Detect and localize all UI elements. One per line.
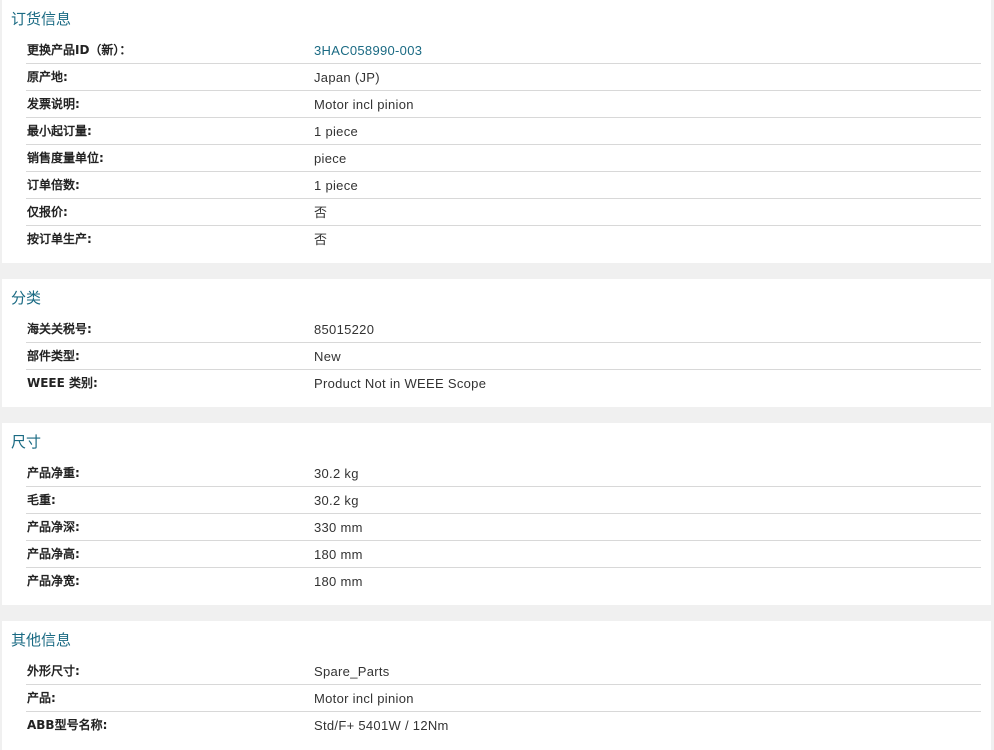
quote-only-value: 否 [314, 205, 328, 220]
part-type-value: New [314, 349, 341, 364]
table-row: 产品净高: 180 mm [26, 541, 981, 568]
invoice-description-value: Motor incl pinion [314, 97, 414, 112]
abb-model-name-value: Std/F+ 5401W / 12Nm [314, 718, 449, 733]
table-row: WEEE 类别: Product Not in WEEE Scope [26, 370, 981, 397]
customs-tariff-label: 海关关税号: [27, 322, 92, 336]
classification-rows: 海关关税号: 85015220 部件类型: New WEEE 类别: Produ… [26, 316, 981, 397]
net-weight-value: 30.2 kg [314, 466, 359, 481]
min-order-qty-value: 1 piece [314, 124, 359, 139]
origin-value: Japan (JP) [314, 70, 380, 85]
other-info-rows: 外形尺寸: Spare_Parts 产品: Motor incl pinion … [26, 658, 981, 739]
table-row: 订单倍数: 1 piece [26, 172, 981, 199]
classification-title: 分类 [11, 289, 42, 307]
ordering-info-title: 订货信息 [11, 10, 72, 28]
other-info-title: 其他信息 [11, 631, 72, 649]
form-factor-label: 外形尺寸: [27, 664, 80, 678]
product-value: Motor incl pinion [314, 691, 414, 706]
product-label: 产品: [27, 691, 56, 705]
table-row: 海关关税号: 85015220 [26, 316, 981, 343]
dimensions-section: 尺寸 产品净重: 30.2 kg 毛重: 30.2 kg 产品净深: 330 m… [2, 423, 991, 605]
table-row: 外形尺寸: Spare_Parts [26, 658, 981, 685]
net-height-value: 180 mm [314, 547, 363, 562]
table-row: ABB型号名称: Std/F+ 5401W / 12Nm [26, 712, 981, 739]
table-row: 仅报价: 否 [26, 199, 981, 226]
invoice-description-label: 发票说明: [27, 97, 80, 111]
order-multiple-value: 1 piece [314, 178, 359, 193]
table-row: 产品净重: 30.2 kg [26, 460, 981, 487]
net-weight-label: 产品净重: [27, 466, 80, 480]
table-row: 按订单生产: 否 [26, 226, 981, 253]
weee-category-label: WEEE 类别: [27, 376, 98, 390]
min-order-qty-label: 最小起订量: [27, 124, 92, 138]
origin-label: 原产地: [27, 70, 68, 84]
make-to-order-value: 否 [314, 232, 328, 247]
product-details-page: 订货信息 更换产品ID（新）： 3HAC058990-003 原产地: Japa… [0, 0, 994, 750]
abb-model-name-label: ABB型号名称: [27, 718, 108, 732]
net-height-label: 产品净高: [27, 547, 80, 561]
dimensions-title: 尺寸 [11, 433, 42, 451]
ordering-info-rows: 更换产品ID（新）： 3HAC058990-003 原产地: Japan (JP… [26, 37, 981, 253]
table-row: 产品: Motor incl pinion [26, 685, 981, 712]
table-row: 发票说明: Motor incl pinion [26, 91, 981, 118]
weee-category-value: Product Not in WEEE Scope [314, 376, 487, 391]
order-multiple-label: 订单倍数: [27, 178, 80, 192]
classification-section: 分类 海关关税号: 85015220 部件类型: New WEEE 类别: Pr… [2, 279, 991, 407]
customs-tariff-value: 85015220 [314, 322, 375, 337]
table-row: 销售度量单位: piece [26, 145, 981, 172]
replacement-id-label: 更换产品ID（新）： [27, 43, 132, 57]
sales-unit-label: 销售度量单位: [27, 151, 104, 165]
make-to-order-label: 按订单生产: [27, 232, 92, 246]
table-row: 更换产品ID（新）： 3HAC058990-003 [26, 37, 981, 64]
net-width-label: 产品净宽: [27, 574, 80, 588]
gross-weight-label: 毛重: [27, 493, 56, 507]
form-factor-value: Spare_Parts [314, 664, 390, 679]
net-depth-value: 330 mm [314, 520, 363, 535]
table-row: 原产地: Japan (JP) [26, 64, 981, 91]
ordering-info-section: 订货信息 更换产品ID（新）： 3HAC058990-003 原产地: Japa… [2, 0, 991, 263]
quote-only-label: 仅报价: [27, 205, 68, 219]
other-info-section: 其他信息 外形尺寸: Spare_Parts 产品: Motor incl pi… [2, 621, 991, 750]
net-width-value: 180 mm [314, 574, 363, 589]
table-row: 毛重: 30.2 kg [26, 487, 981, 514]
sales-unit-value: piece [314, 151, 347, 166]
replacement-id-link[interactable]: 3HAC058990-003 [314, 42, 422, 59]
part-type-label: 部件类型: [27, 349, 80, 363]
dimensions-rows: 产品净重: 30.2 kg 毛重: 30.2 kg 产品净深: 330 mm 产… [26, 460, 981, 595]
table-row: 最小起订量: 1 piece [26, 118, 981, 145]
table-row: 产品净宽: 180 mm [26, 568, 981, 595]
table-row: 产品净深: 330 mm [26, 514, 981, 541]
table-row: 部件类型: New [26, 343, 981, 370]
net-depth-label: 产品净深: [27, 520, 80, 534]
gross-weight-value: 30.2 kg [314, 493, 359, 508]
